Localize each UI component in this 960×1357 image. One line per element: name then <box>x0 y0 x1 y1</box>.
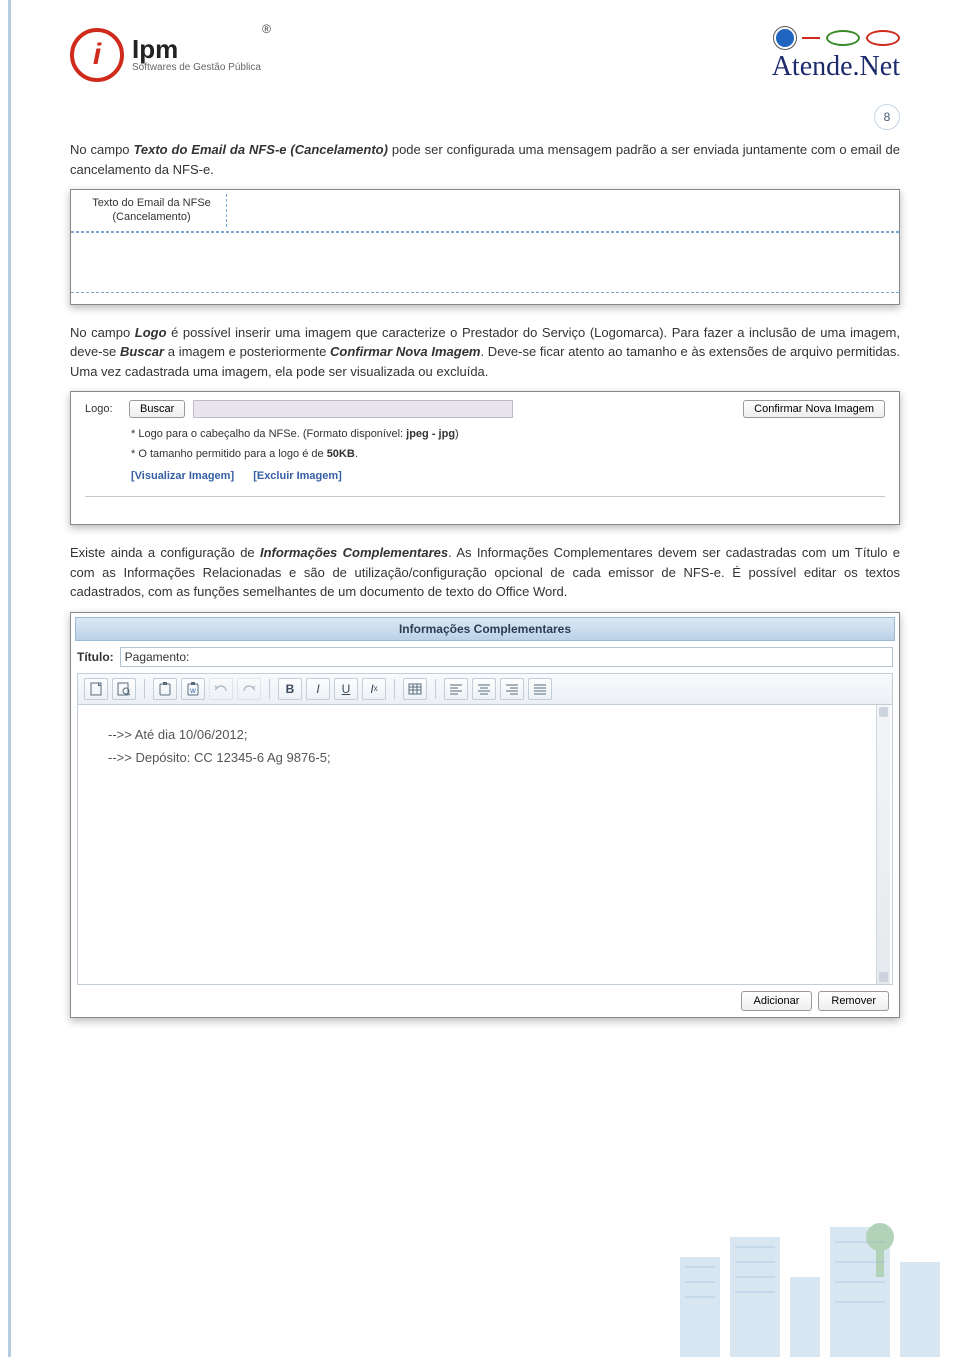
logo-label: Logo: <box>85 403 121 415</box>
left-margin-rule <box>8 0 11 1357</box>
city-silhouette-decoration <box>0 1207 960 1357</box>
panel-title: Informações Complementares <box>75 617 895 641</box>
confirmar-nova-imagem-button[interactable]: Confirmar Nova Imagem <box>743 400 885 418</box>
text-emph: Logo <box>135 325 167 340</box>
adicionar-button[interactable]: Adicionar <box>741 991 813 1011</box>
visualizar-imagem-link[interactable]: [Visualizar Imagem] <box>131 470 234 482</box>
text: ) <box>455 428 459 440</box>
titulo-input[interactable] <box>120 647 893 667</box>
remove-format-icon[interactable]: Ix <box>362 678 386 700</box>
text: No campo <box>70 142 133 157</box>
paste-from-word-icon[interactable]: W <box>181 678 205 700</box>
text-emph: Buscar <box>120 344 164 359</box>
align-justify-icon[interactable] <box>528 678 552 700</box>
atende-logo: Atende.Net <box>772 27 900 83</box>
atende-name: Atende.Net <box>772 51 900 83</box>
text-bold: jpeg - jpg <box>406 428 455 440</box>
text-bold: 50KB <box>327 448 355 460</box>
new-document-icon[interactable] <box>84 678 108 700</box>
document-header: i Ipm Softwares de Gestão Pública ® Aten… <box>70 10 900 100</box>
italic-icon[interactable]: I <box>306 678 330 700</box>
label-line: Texto do Email da NFSe <box>92 197 211 209</box>
text-emph: Texto do Email da NFS-e (Cancelamento) <box>133 142 388 157</box>
logo-path-field[interactable] <box>193 400 513 418</box>
text-emph: Confirmar Nova Imagem <box>330 344 480 359</box>
screenshot-logo: Logo: Buscar Confirmar Nova Imagem * Log… <box>70 391 900 525</box>
align-right-icon[interactable] <box>500 678 524 700</box>
ipm-logo-text: Ipm Softwares de Gestão Pública <box>132 36 261 74</box>
editor-textarea[interactable]: -->> Até dia 10/06/2012; -->> Depósito: … <box>77 705 893 985</box>
editor-scrollbar[interactable] <box>876 705 890 984</box>
paragraph-2: No campo Logo é possível inserir uma ima… <box>70 323 900 382</box>
table-icon[interactable] <box>403 678 427 700</box>
text: No campo <box>70 325 135 340</box>
texto-email-textarea[interactable] <box>71 232 899 292</box>
titulo-label: Título: <box>77 650 114 664</box>
screenshot-texto-email: Texto do Email da NFSe (Cancelamento) <box>70 189 900 305</box>
registered-mark: ® <box>262 22 271 36</box>
align-left-icon[interactable] <box>444 678 468 700</box>
ipm-roundel-icon: i <box>70 28 124 82</box>
atende-graph-icon <box>772 27 900 49</box>
underline-icon[interactable]: U <box>334 678 358 700</box>
text: * Logo para o cabeçalho da NFSe. (Format… <box>131 428 406 440</box>
page: i Ipm Softwares de Gestão Pública ® Aten… <box>0 0 960 1357</box>
excluir-imagem-link[interactable]: [Excluir Imagem] <box>253 470 342 482</box>
paragraph-1: No campo Texto do Email da NFS-e (Cancel… <box>70 140 900 179</box>
editor-line: -->> Até dia 10/06/2012; <box>108 723 862 746</box>
ipm-logo: i Ipm Softwares de Gestão Pública ® <box>70 28 261 82</box>
undo-icon[interactable] <box>209 678 233 700</box>
logo-note-size: * O tamanho permitido para a logo é de 5… <box>131 448 885 460</box>
buscar-button[interactable]: Buscar <box>129 400 185 418</box>
page-number-badge: 8 <box>874 104 900 130</box>
panel-footer-rule <box>85 496 885 510</box>
field-label: Texto do Email da NFSe (Cancelamento) <box>77 194 227 227</box>
text: * O tamanho permitido para a logo é de <box>131 448 327 460</box>
redo-icon[interactable] <box>237 678 261 700</box>
paste-icon[interactable] <box>153 678 177 700</box>
paragraph-3: Existe ainda a configuração de Informaçõ… <box>70 543 900 602</box>
bold-icon[interactable]: B <box>278 678 302 700</box>
preview-icon[interactable] <box>112 678 136 700</box>
ipm-tagline: Softwares de Gestão Pública <box>132 63 261 74</box>
ipm-brand: Ipm <box>132 36 261 63</box>
text: Existe ainda a configuração de <box>70 545 260 560</box>
logo-note-format: * Logo para o cabeçalho da NFSe. (Format… <box>131 428 885 440</box>
label-line: (Cancelamento) <box>112 211 190 223</box>
svg-text:W: W <box>190 689 196 695</box>
editor-toolbar: W B I U Ix <box>77 673 893 705</box>
align-center-icon[interactable] <box>472 678 496 700</box>
text: a imagem e posteriormente <box>164 344 330 359</box>
text: . <box>355 448 358 460</box>
text-emph: Informações Complementares <box>260 545 448 560</box>
screenshot-informacoes-complementares: Informações Complementares Título: W <box>70 612 900 1018</box>
editor-line: -->> Depósito: CC 12345-6 Ag 9876-5; <box>108 746 862 769</box>
remover-button[interactable]: Remover <box>818 991 889 1011</box>
